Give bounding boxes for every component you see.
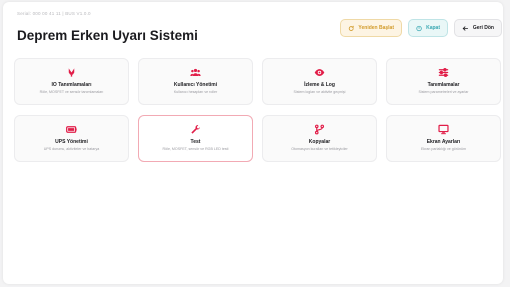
arrow-left-icon	[462, 25, 469, 31]
restart-label: Yeniden Başlat	[358, 25, 394, 31]
card-description: Ekran parlaklığı ve görünüm	[421, 147, 466, 151]
card-description: Sistem logları ve aktivite geçmişi	[293, 90, 346, 94]
users-icon	[190, 67, 201, 78]
card-definitions[interactable]: Tanımlamalar Sistem parametreleri ve aya…	[386, 58, 501, 105]
main-panel: Serial: 000 00 41 11 | BUS V1.0.0 Deprem…	[3, 2, 503, 284]
card-description: Sistem parametreleri ve ayarlar	[418, 90, 469, 94]
card-label: Kopyalar	[308, 139, 331, 145]
close-label: Kapat	[426, 25, 440, 31]
close-button[interactable]: Kapat	[408, 19, 448, 37]
card-label: Ekran Ayarları	[426, 139, 461, 145]
card-label: Test	[190, 139, 201, 145]
card-description: Röle, MOSFET ve sensör tanımlamaları	[39, 90, 104, 94]
sliders-icon	[438, 67, 449, 78]
card-monitoring-log[interactable]: İzleme & Log Sistem logları ve aktivite …	[262, 58, 377, 105]
card-label: IO Tanımlamaları	[51, 82, 92, 88]
power-icon	[416, 25, 422, 31]
page-title: Deprem Erken Uyarı Sistemi	[17, 28, 198, 43]
eye-icon	[314, 67, 325, 78]
restart-button[interactable]: Yeniden Başlat	[340, 19, 402, 37]
card-copies[interactable]: Kopyalar Otomasyon kuralları ve tetikley…	[262, 115, 377, 162]
serial-info: Serial: 000 00 41 11 | BUS V1.0.0	[17, 11, 91, 16]
back-label: Geri Dön	[472, 25, 494, 31]
card-label: İzleme & Log	[304, 82, 335, 88]
card-ups-management[interactable]: UPS Yönetimi UPS durumu, aktiviteler ve …	[14, 115, 129, 162]
card-description: UPS durumu, aktiviteler ve batarya	[43, 147, 100, 151]
card-label: Kullanıcı Yönetimi	[173, 82, 218, 88]
refresh-icon	[348, 25, 354, 31]
card-user-management[interactable]: Kullanıcı Yönetimi Kullanıcı hesapları v…	[138, 58, 253, 105]
card-label: UPS Yönetimi	[55, 139, 88, 145]
flow-icon	[314, 124, 325, 135]
card-description: Kullanıcı hesapları ve roller	[173, 90, 218, 94]
back-button[interactable]: Geri Dön	[454, 19, 502, 37]
wrench-icon	[190, 124, 201, 135]
card-io-definitions[interactable]: IO Tanımlamaları Röle, MOSFET ve sensör …	[14, 58, 129, 105]
card-label: Tanımlamalar	[427, 82, 460, 88]
chip-icon	[66, 67, 77, 78]
card-description: Röle, MOSFET, sensör ve RGB LED testi	[162, 147, 229, 151]
card-screen-settings[interactable]: Ekran Ayarları Ekran parlaklığı ve görün…	[386, 115, 501, 162]
battery-icon	[66, 124, 77, 135]
card-description: Otomasyon kuralları ve tetikleyiciler	[291, 147, 348, 151]
card-test[interactable]: Test Röle, MOSFET, sensör ve RGB LED tes…	[138, 115, 253, 162]
monitor-icon	[438, 124, 449, 135]
